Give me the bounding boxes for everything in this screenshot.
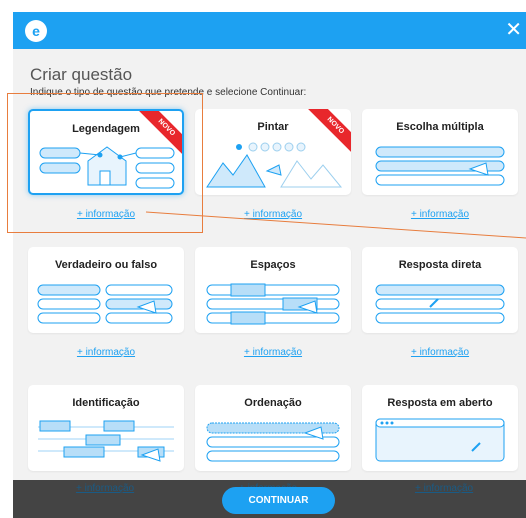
info-link-resposta-aberto[interactable]: + informação [415, 483, 473, 494]
annotation-line [145, 211, 526, 239]
info-link-identificacao[interactable]: + informação [76, 483, 134, 494]
continue-button[interactable]: CONTINUAR [222, 487, 335, 514]
footer-bar: + informação + informação + informação C… [13, 480, 526, 518]
